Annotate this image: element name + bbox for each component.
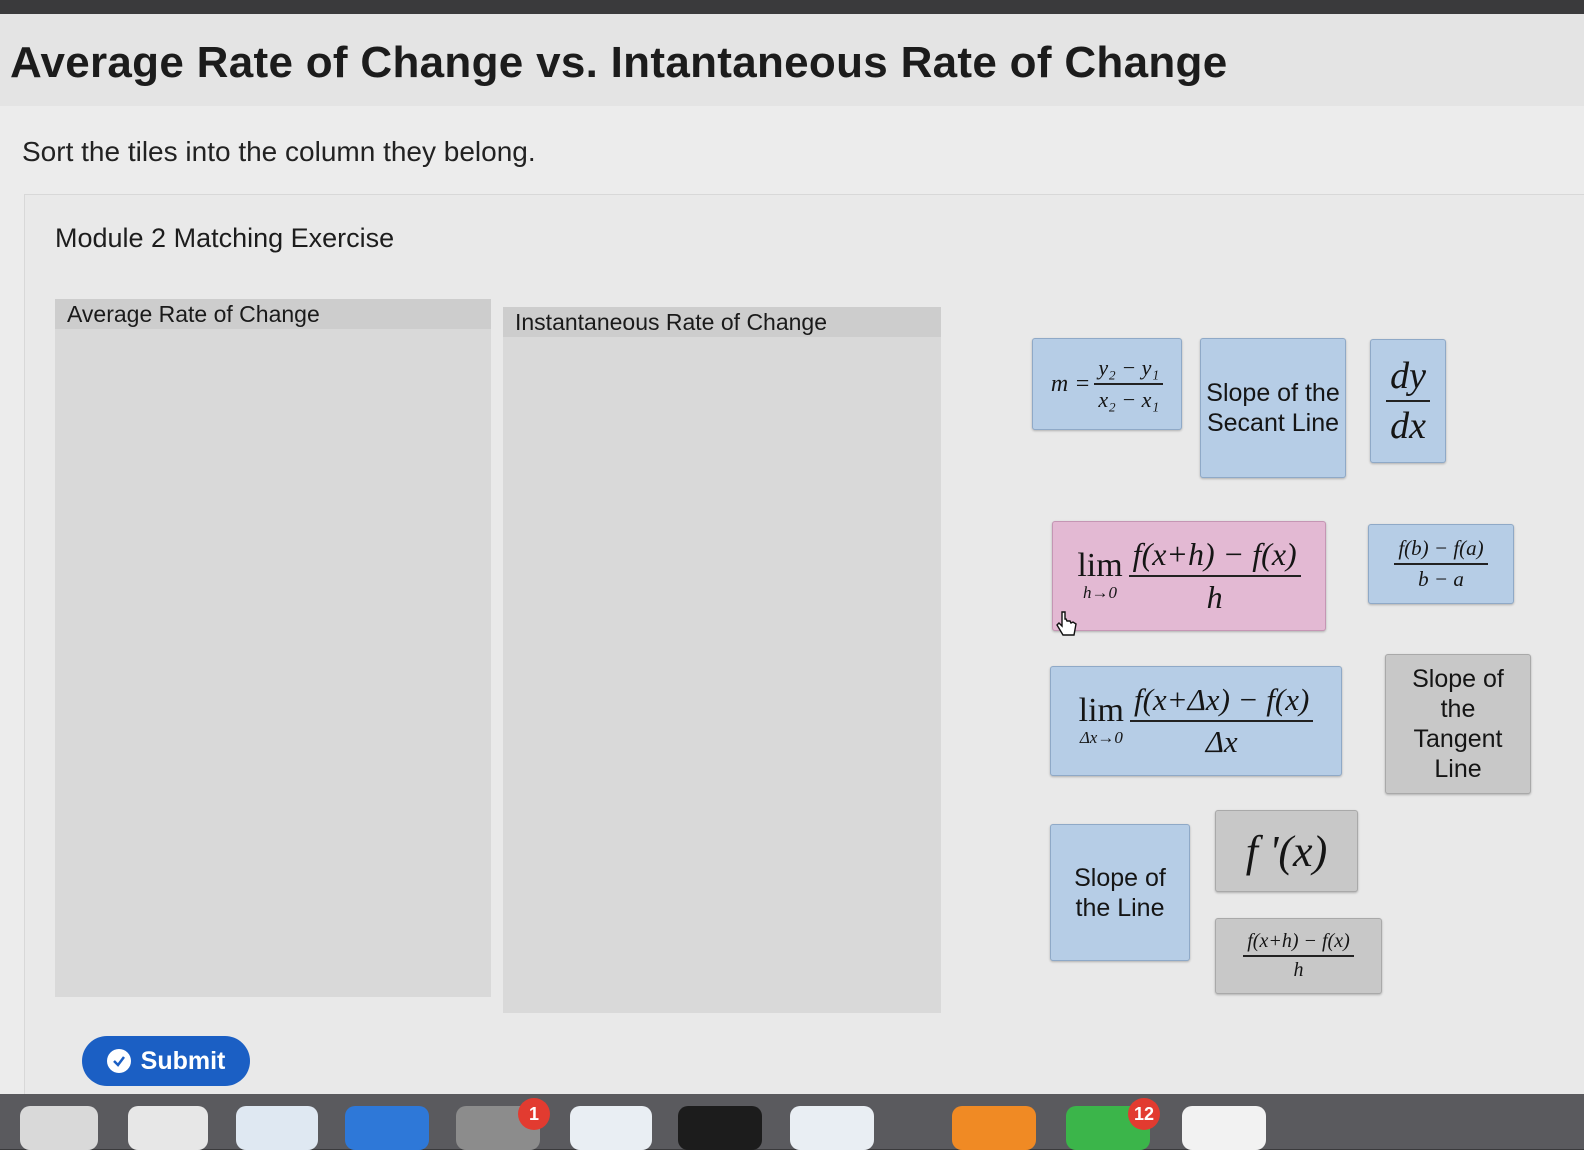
check-circle-icon [106,1049,131,1073]
notification-badge: 1 [518,1098,550,1130]
dock: 1 12 [0,1094,1584,1150]
tile-limit-delta-x-lim-word: lim [1078,692,1124,729]
tile-dydx-fraction: dy dx [1386,354,1430,448]
column-header-average: Average Rate of Change [55,299,491,329]
app-icon-light[interactable] [570,1106,652,1150]
hand-cursor-icon [1056,611,1077,636]
header: Average Rate of Change vs. Intantaneous … [0,14,1584,106]
drop-column-instantaneous[interactable]: Instantaneous Rate of Change [503,307,941,1013]
tile-interval-slope-num: f(b) − f(a) [1394,536,1488,565]
tile-tangent-line[interactable]: Slope of the Tangent Line [1385,654,1531,794]
tile-difference-quotient-fraction: f(x+h) − f(x) h [1243,930,1354,982]
tile-limit-h-lim-sub: h→0 [1083,583,1117,602]
tile-limit-delta-x-den: Δx [1205,724,1238,759]
chrome-icon[interactable] [128,1106,208,1150]
messages-badge: 12 [1128,1098,1160,1130]
page-title: Average Rate of Change vs. Intantaneous … [10,38,1228,87]
tile-slope-formula-num: y₂ − y₁ [1094,355,1164,385]
tile-limit-delta-x[interactable]: lim Δx→0 f(x+Δx) − f(x) Δx [1050,666,1342,776]
tile-interval-slope-fraction: f(b) − f(a) b − a [1394,536,1488,592]
app-icon-orange[interactable] [952,1106,1036,1150]
tile-interval-slope-den: b − a [1418,567,1464,591]
tile-limit-h-lim-word: lim [1077,547,1123,584]
tile-f-prime[interactable]: f '(x) [1215,810,1358,892]
drop-column-average[interactable]: Average Rate of Change [55,299,491,997]
tile-limit-delta-x-lim-sub: Δx→0 [1079,728,1123,747]
launchpad-icon[interactable] [20,1106,98,1150]
tile-limit-h-den: h [1206,579,1223,615]
tile-secant-line-label: Slope of the Secant Line [1206,379,1340,437]
tile-limit-delta-x-num: f(x+Δx) − f(x) [1130,682,1314,722]
tile-limit-h-lim: lim h→0 [1077,549,1122,603]
instructions: Sort the tiles into the column they belo… [22,136,536,167]
page: Average Rate of Change vs. Intantaneous … [0,14,1584,1095]
tile-tangent-line-label: Slope of the Tangent Line [1412,665,1504,783]
tile-slope-formula-fraction: y₂ − y₁ x₂ − x₁ [1094,355,1164,413]
app-icon-white[interactable] [1182,1106,1266,1150]
tile-slope-of-line-label: Slope of the Line [1074,863,1166,922]
tile-secant-line[interactable]: Slope of the Secant Line [1200,338,1346,478]
app-icon-blue[interactable] [345,1106,429,1150]
tile-dydx[interactable]: dy dx [1370,339,1446,463]
submit-button-label: Submit [140,1046,226,1075]
tile-dydx-num: dy [1386,354,1430,402]
tile-difference-quotient-den: h [1293,959,1304,981]
tile-slope-of-line[interactable]: Slope of the Line [1050,824,1190,961]
tile-limit-h-fraction: f(x+h) − f(x) h [1128,536,1301,616]
safari-icon[interactable] [236,1106,318,1150]
submit-button[interactable]: Submit [82,1036,250,1086]
tile-limit-h-num: f(x+h) − f(x) [1128,536,1301,577]
app-icon-window[interactable] [790,1106,874,1150]
tile-dydx-den: dx [1390,405,1426,447]
terminal-icon[interactable] [678,1106,762,1150]
tile-slope-formula-lhs: m = [1050,370,1091,397]
tile-difference-quotient-num: f(x+h) − f(x) [1243,930,1354,957]
tile-difference-quotient[interactable]: f(x+h) − f(x) h [1215,918,1382,994]
tile-f-prime-text: f '(x) [1245,826,1328,876]
tile-slope-formula[interactable]: m = y₂ − y₁ x₂ − x₁ [1032,338,1182,430]
exercise-title: Module 2 Matching Exercise [55,223,395,253]
tile-interval-slope[interactable]: f(b) − f(a) b − a [1368,524,1514,604]
tile-limit-delta-x-lim: lim Δx→0 [1079,694,1124,748]
column-header-instantaneous: Instantaneous Rate of Change [503,307,941,337]
tile-limit-h[interactable]: lim h→0 f(x+h) − f(x) h [1052,521,1326,631]
tile-limit-delta-x-fraction: f(x+Δx) − f(x) Δx [1130,682,1314,760]
tile-slope-formula-den: x₂ − x₁ [1098,387,1160,412]
